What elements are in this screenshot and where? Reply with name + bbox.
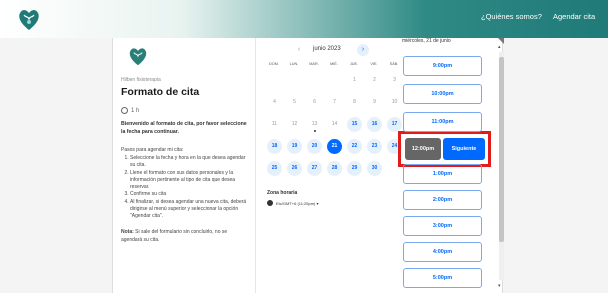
step-item: Confirme su cita <box>130 191 247 198</box>
time-slot-panel: miércoles, 21 de junio 12:00pm Siguiente… <box>398 38 498 293</box>
time-slot-button[interactable]: 11:00pm <box>403 112 482 132</box>
clock-icon <box>121 107 128 114</box>
calendar-day[interactable]: 20 <box>307 139 322 154</box>
scroll-down-arrow-icon[interactable]: ▾ <box>498 283 501 289</box>
time-slot-button[interactable]: 9:00pm <box>403 56 482 76</box>
next-button[interactable]: Siguiente <box>443 138 485 160</box>
calendar-day: 7 <box>333 99 336 105</box>
scheduling-widget: Hilben fisioterapia Formato de cita 1 h … <box>112 38 504 293</box>
brand-logo-icon[interactable] <box>16 6 42 32</box>
steps-title: Pasos para agendar mi cita: <box>121 147 184 154</box>
step-item: Llene el formato con sus datos personale… <box>130 170 247 192</box>
scroll-up-arrow-icon[interactable]: ▴ <box>498 44 501 50</box>
globe-icon <box>267 200 273 206</box>
calendar-day[interactable]: 23 <box>367 139 382 154</box>
calendar-day[interactable]: 26 <box>287 161 302 176</box>
calendar-day: 2 <box>373 77 376 83</box>
calendar-day[interactable]: 30 <box>367 161 382 176</box>
step-item: Seleccione la fecha y hora en la que des… <box>130 155 247 170</box>
date-picker: ‹ junio 2023 › Zona horaria Etc/GMT+6 (1… <box>263 38 403 293</box>
calendar-day[interactable]: 22 <box>347 139 362 154</box>
weekday-header: LUN. <box>289 62 299 66</box>
organization-logo-icon <box>129 48 147 66</box>
selected-date-label: miércoles, 21 de junio <box>402 38 451 44</box>
event-details-panel: Hilben fisioterapia Formato de cita 1 h … <box>113 38 256 293</box>
calendar-day: 8 <box>353 99 356 105</box>
weekday-header: DOM. <box>269 62 279 66</box>
time-slot-button[interactable]: 3:00pm <box>403 216 482 236</box>
weekday-header: MIÉ. <box>330 62 338 66</box>
organization-name: Hilben fisioterapia <box>121 77 161 83</box>
nav-book-link[interactable]: Agendar cita <box>553 12 595 21</box>
timezone-selector[interactable]: Etc/GMT+6 (11:25pm) ▾ <box>267 200 319 206</box>
calendar-day: 1 <box>353 77 356 83</box>
calendar-day[interactable]: 18 <box>267 139 282 154</box>
next-month-button[interactable]: › <box>357 44 369 56</box>
calendar-day: 12 <box>291 121 298 127</box>
month-navigation: ‹ junio 2023 › <box>263 44 403 58</box>
time-slot-button[interactable]: 5:00pm <box>403 268 482 288</box>
time-slots-scrollbar[interactable] <box>499 52 504 280</box>
calendar-day: 4 <box>273 99 276 105</box>
today-indicator <box>313 130 316 132</box>
timezone-label: Zona horaria <box>267 190 298 196</box>
time-slot-button[interactable]: 2:00pm <box>403 190 482 210</box>
calendar-day: 11 <box>271 121 278 127</box>
note-text: Nota: Si sale del formulario sin conclui… <box>121 229 247 244</box>
calendar-day[interactable]: 29 <box>347 161 362 176</box>
note-label: Nota: <box>121 229 134 236</box>
calendar-day[interactable]: 19 <box>287 139 302 154</box>
calendar-day[interactable]: 28 <box>327 161 342 176</box>
step-item: Al finalizar, si desea agendar una nueva… <box>130 199 247 221</box>
duration-label: 1 h <box>131 107 140 114</box>
page-title: Formato de cita <box>121 86 200 98</box>
top-navigation-bar: ¿Quiénes somos? Agendar cita <box>0 0 608 38</box>
highlighted-confirm-row: 12:00pm Siguiente <box>398 131 491 167</box>
weekday-header: MAR. <box>309 62 319 66</box>
intro-text: Bienvenido al formato de cita, por favor… <box>121 121 247 135</box>
steps-list: Seleccione la fecha y hora en la que des… <box>130 155 247 220</box>
calendar-day: 9 <box>373 99 376 105</box>
previous-month-button[interactable]: ‹ <box>293 44 305 56</box>
calendar-day[interactable]: 25 <box>267 161 282 176</box>
timezone-value: Etc/GMT+6 (11:25pm) ▾ <box>276 200 319 206</box>
time-slot-button[interactable]: 10:00pm <box>403 84 482 104</box>
calendar-day: 6 <box>313 99 316 105</box>
calendar-day[interactable]: 21 <box>327 139 342 154</box>
calendar-day: 5 <box>293 99 296 105</box>
calendar-day[interactable]: 16 <box>367 117 382 132</box>
selected-time-slot[interactable]: 12:00pm <box>405 138 441 160</box>
time-slot-button[interactable]: 1:00pm <box>403 164 482 184</box>
nav-about-link[interactable]: ¿Quiénes somos? <box>481 12 542 21</box>
calendar-day[interactable]: 27 <box>307 161 322 176</box>
calendar-day: 14 <box>331 121 338 127</box>
weekday-header: JUE. <box>349 62 359 66</box>
scrollbar-thumb[interactable] <box>499 57 504 242</box>
month-label: junio 2023 <box>313 46 341 52</box>
weekday-header: VIE. <box>370 62 378 66</box>
calendar-day[interactable]: 15 <box>347 117 362 132</box>
event-duration: 1 h <box>121 107 247 114</box>
note-body: Si sale del formulario sin concluirlo, n… <box>121 229 228 243</box>
time-slot-button[interactable]: 4:00pm <box>403 242 482 262</box>
